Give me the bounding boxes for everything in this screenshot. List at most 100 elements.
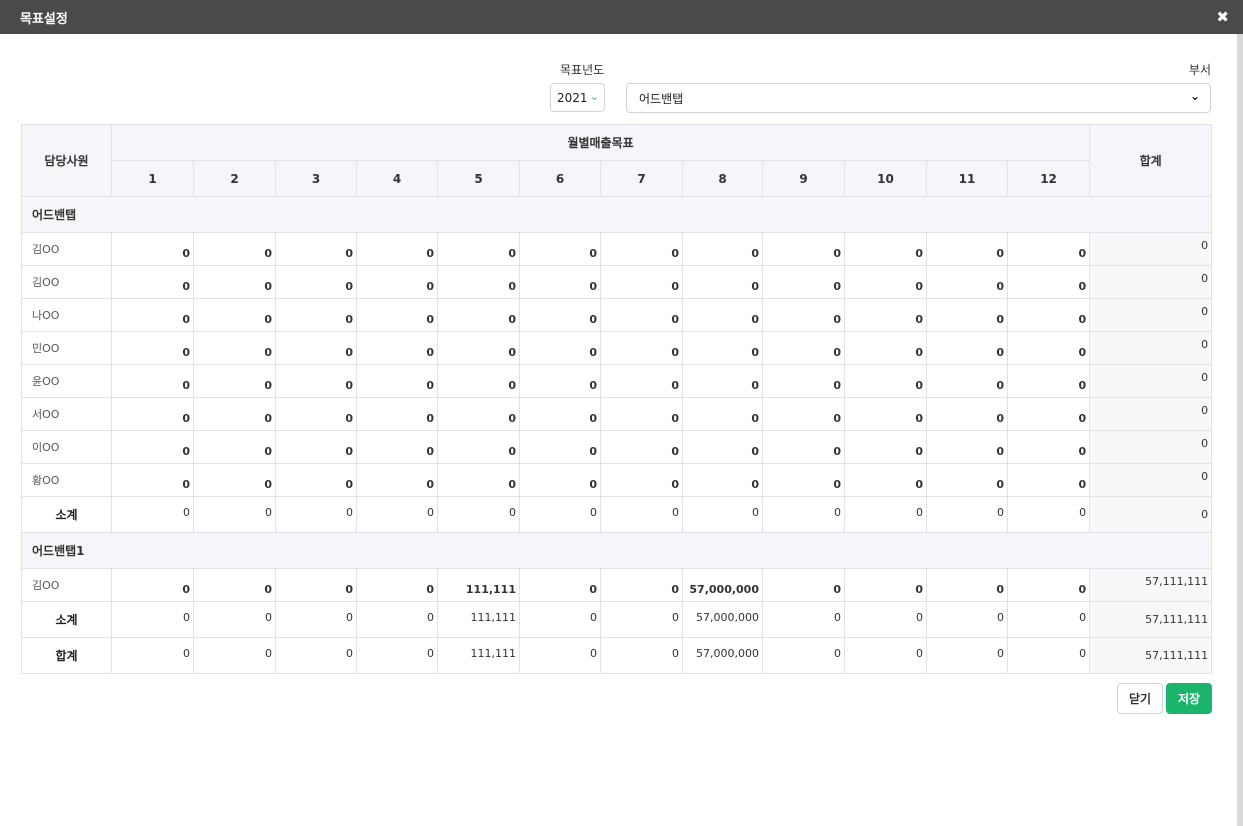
goal-cell[interactable]: 0 (356, 430, 438, 464)
goal-cell[interactable]: 0 (519, 232, 601, 266)
goal-cell[interactable]: 0 (926, 463, 1008, 497)
goal-cell[interactable]: 0 (844, 397, 927, 431)
goal-cell[interactable]: 0 (111, 463, 194, 497)
goal-cell[interactable]: 0 (193, 265, 276, 299)
goal-cell[interactable]: 0 (844, 331, 927, 365)
close-icon[interactable]: ✖ (1216, 9, 1229, 25)
goal-cell[interactable]: 0 (682, 298, 763, 332)
goal-cell[interactable]: 0 (1006, 364, 1091, 398)
goal-cell[interactable]: 111,111 (437, 568, 520, 602)
save-button[interactable]: 저장 (1166, 683, 1212, 714)
goal-cell[interactable]: 0 (682, 232, 763, 266)
year-select[interactable]: 2021 ⌄ (550, 83, 605, 112)
goal-cell[interactable]: 0 (275, 232, 357, 266)
goal-cell[interactable]: 0 (600, 232, 683, 266)
goal-cell[interactable]: 0 (111, 265, 194, 299)
goal-cell[interactable]: 0 (275, 568, 357, 602)
goal-cell[interactable]: 0 (926, 331, 1008, 365)
goal-cell[interactable]: 0 (193, 568, 276, 602)
goal-cell[interactable]: 0 (111, 430, 194, 464)
goal-cell[interactable]: 0 (437, 265, 520, 299)
goal-cell[interactable]: 0 (844, 430, 927, 464)
goal-cell[interactable]: 0 (356, 331, 438, 365)
goal-cell[interactable]: 0 (1006, 568, 1091, 602)
goal-cell[interactable]: 0 (193, 463, 276, 497)
goal-cell[interactable]: 0 (519, 364, 601, 398)
goal-cell[interactable]: 0 (356, 232, 438, 266)
goal-cell[interactable]: 0 (844, 364, 927, 398)
goal-cell[interactable]: 0 (682, 364, 763, 398)
goal-cell[interactable]: 0 (926, 568, 1008, 602)
goal-cell[interactable]: 0 (356, 463, 438, 497)
goal-cell[interactable]: 0 (356, 265, 438, 299)
goal-cell[interactable]: 0 (437, 463, 520, 497)
goal-cell[interactable]: 0 (437, 397, 520, 431)
goal-cell[interactable]: 0 (356, 568, 438, 602)
goal-cell[interactable]: 0 (111, 298, 194, 332)
goal-cell[interactable]: 0 (762, 265, 845, 299)
goal-cell[interactable]: 0 (600, 331, 683, 365)
goal-cell[interactable]: 0 (437, 232, 520, 266)
close-button[interactable]: 닫기 (1117, 683, 1163, 714)
goal-cell[interactable]: 0 (437, 331, 520, 365)
goal-cell[interactable]: 0 (926, 397, 1008, 431)
goal-cell[interactable]: 0 (1006, 397, 1091, 431)
goal-cell[interactable]: 0 (193, 331, 276, 365)
goal-cell[interactable]: 0 (1006, 298, 1091, 332)
goal-cell[interactable]: 0 (600, 463, 683, 497)
scrollbar[interactable] (1237, 34, 1243, 826)
goal-cell[interactable]: 0 (762, 298, 845, 332)
goal-cell[interactable]: 0 (600, 568, 683, 602)
goal-cell[interactable]: 0 (926, 298, 1008, 332)
goal-cell[interactable]: 0 (762, 364, 845, 398)
goal-cell[interactable]: 0 (762, 331, 845, 365)
goal-cell[interactable]: 0 (600, 430, 683, 464)
goal-cell[interactable]: 0 (682, 397, 763, 431)
goal-cell[interactable]: 0 (437, 364, 520, 398)
goal-cell[interactable]: 0 (926, 364, 1008, 398)
goal-cell[interactable]: 0 (682, 331, 763, 365)
goal-cell[interactable]: 0 (1006, 463, 1091, 497)
goal-cell[interactable]: 0 (111, 331, 194, 365)
goal-cell[interactable]: 0 (762, 430, 845, 464)
goal-cell[interactable]: 0 (844, 265, 927, 299)
goal-cell[interactable]: 0 (275, 463, 357, 497)
goal-cell[interactable]: 0 (519, 463, 601, 497)
goal-cell[interactable]: 0 (682, 265, 763, 299)
goal-cell[interactable]: 0 (1006, 331, 1091, 365)
goal-cell[interactable]: 0 (111, 568, 194, 602)
goal-cell[interactable]: 0 (193, 397, 276, 431)
goal-cell[interactable]: 0 (844, 298, 927, 332)
goal-cell[interactable]: 0 (519, 397, 601, 431)
goal-cell[interactable]: 0 (193, 430, 276, 464)
goal-cell[interactable]: 0 (275, 430, 357, 464)
goal-cell[interactable]: 0 (682, 463, 763, 497)
goal-cell[interactable]: 0 (519, 430, 601, 464)
goal-cell[interactable]: 0 (600, 364, 683, 398)
goal-cell[interactable]: 0 (1006, 265, 1091, 299)
goal-cell[interactable]: 0 (762, 568, 845, 602)
goal-cell[interactable]: 0 (356, 364, 438, 398)
goal-cell[interactable]: 0 (519, 568, 601, 602)
goal-cell[interactable]: 0 (600, 397, 683, 431)
goal-cell[interactable]: 0 (275, 397, 357, 431)
goal-cell[interactable]: 0 (600, 298, 683, 332)
goal-cell[interactable]: 0 (1006, 232, 1091, 266)
goal-cell[interactable]: 57,000,000 (682, 568, 763, 602)
goal-cell[interactable]: 0 (111, 397, 194, 431)
goal-cell[interactable]: 0 (926, 232, 1008, 266)
goal-cell[interactable]: 0 (682, 430, 763, 464)
goal-cell[interactable]: 0 (356, 397, 438, 431)
goal-cell[interactable]: 0 (926, 430, 1008, 464)
goal-cell[interactable]: 0 (275, 331, 357, 365)
goal-cell[interactable]: 0 (762, 463, 845, 497)
goal-cell[interactable]: 0 (193, 298, 276, 332)
goal-cell[interactable]: 0 (762, 232, 845, 266)
goal-cell[interactable]: 0 (193, 364, 276, 398)
goal-cell[interactable]: 0 (519, 265, 601, 299)
goal-cell[interactable]: 0 (356, 298, 438, 332)
goal-cell[interactable]: 0 (111, 364, 194, 398)
goal-cell[interactable]: 0 (600, 265, 683, 299)
goal-cell[interactable]: 0 (762, 397, 845, 431)
goal-cell[interactable]: 0 (926, 265, 1008, 299)
